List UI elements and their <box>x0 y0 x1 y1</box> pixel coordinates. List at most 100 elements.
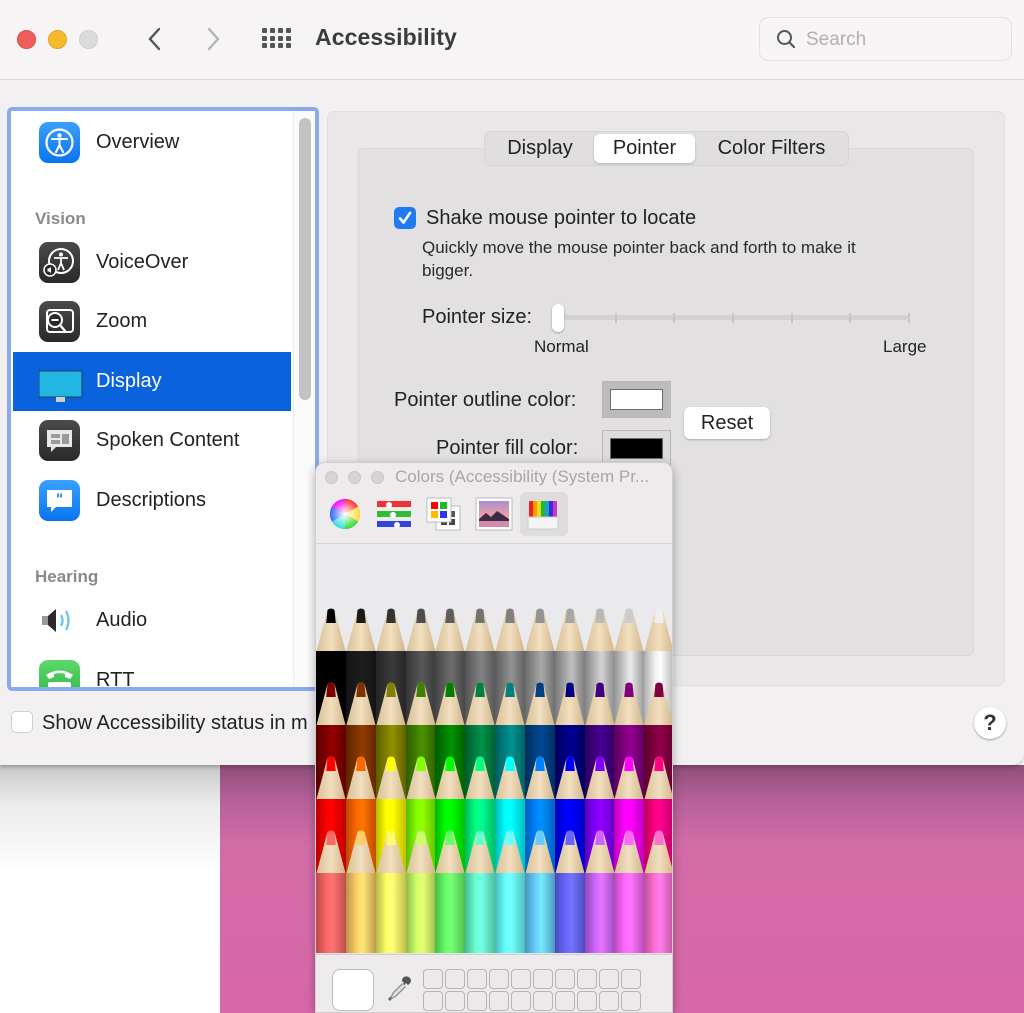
pointer-size-slider[interactable] <box>552 304 910 332</box>
slider-tick <box>673 313 676 323</box>
colors-bottom-bar <box>316 954 672 1012</box>
pencil-color-swatch[interactable] <box>554 829 585 953</box>
favorite-color-slot[interactable] <box>423 991 443 1011</box>
pencil-color-swatch[interactable] <box>495 829 525 953</box>
sidebar-section-vision: Vision <box>35 209 86 228</box>
tab-bar: Display Pointer Color Filters <box>484 131 849 166</box>
image-palettes-icon <box>475 497 513 531</box>
shake-pointer-label: Shake mouse pointer to locate <box>426 207 697 229</box>
pencil-color-swatch[interactable] <box>524 829 555 953</box>
chevron-right-icon <box>207 27 220 51</box>
pencil-color-swatch[interactable] <box>345 829 376 953</box>
window-title: Accessibility <box>315 24 457 50</box>
sidebar-item-spoken-content[interactable]: Spoken Content <box>13 411 291 470</box>
pointer-fill-color-label: Pointer fill color: <box>436 437 579 459</box>
current-color-swatch[interactable] <box>332 969 374 1011</box>
pencil-color-swatch[interactable] <box>644 829 672 953</box>
favorite-color-slot[interactable] <box>511 969 531 989</box>
colors-panel: Colors (Accessibility (System Pr... <box>315 462 673 1013</box>
sidebar-scrollbar[interactable] <box>293 111 315 687</box>
zoom-button[interactable] <box>79 30 98 49</box>
pencil-color-swatch[interactable] <box>375 829 406 953</box>
sidebar-scroll-thumb[interactable] <box>299 118 311 400</box>
show-status-in-menu-bar[interactable]: Show Accessibility status in m <box>11 711 331 735</box>
pointer-outline-color-label: Pointer outline color: <box>394 389 577 411</box>
reset-button[interactable]: Reset <box>684 407 770 439</box>
tab-pointer[interactable]: Pointer <box>594 134 695 163</box>
colors-close-button[interactable] <box>325 471 338 484</box>
favorite-color-slot[interactable] <box>489 991 509 1011</box>
favorite-color-slot[interactable] <box>577 991 597 1011</box>
favorite-color-slot[interactable] <box>599 969 619 989</box>
display-icon <box>38 361 83 402</box>
favorite-color-slot[interactable] <box>489 969 509 989</box>
favorite-color-slot[interactable] <box>467 991 487 1011</box>
fill-color-swatch <box>610 438 663 459</box>
image-palettes-mode-button[interactable] <box>470 492 518 536</box>
sidebar-item-label: Overview <box>96 131 180 153</box>
tab-color-filters[interactable]: Color Filters <box>699 134 844 163</box>
color-wheel-icon <box>329 499 361 529</box>
show-status-label: Show Accessibility status in m <box>42 712 308 734</box>
pencil-color-swatch[interactable] <box>614 829 645 953</box>
favorite-color-slot[interactable] <box>621 969 641 989</box>
favorite-color-slot[interactable] <box>533 969 553 989</box>
pencil-color-swatch[interactable] <box>405 829 436 953</box>
shake-pointer-checkbox[interactable] <box>394 207 416 229</box>
sidebar-item-zoom[interactable]: Zoom <box>13 292 291 351</box>
minimize-button[interactable] <box>48 30 67 49</box>
shake-pointer-description: Quickly move the mouse pointer back and … <box>422 238 856 280</box>
color-sliders-mode-button[interactable] <box>371 492 419 536</box>
search-icon <box>777 30 796 49</box>
favorite-color-slot[interactable] <box>621 991 641 1011</box>
tab-display[interactable]: Display <box>489 134 591 163</box>
svg-text:": " <box>56 492 63 508</box>
sidebar-item-overview[interactable]: Overview <box>13 113 291 172</box>
search-input[interactable] <box>806 27 1001 53</box>
colors-zoom-button[interactable] <box>371 471 384 484</box>
favorite-color-slot[interactable] <box>423 969 443 989</box>
favorite-color-slot[interactable] <box>555 991 575 1011</box>
sidebar-item-label: Zoom <box>96 310 148 332</box>
slider-thumb[interactable] <box>552 304 564 332</box>
sidebar-item-label: RTT <box>96 669 135 687</box>
pencils-mode-button[interactable] <box>520 492 568 536</box>
favorite-color-slot[interactable] <box>445 969 465 989</box>
close-button[interactable] <box>17 30 36 49</box>
sidebar-item-rtt[interactable]: RTT <box>13 651 291 687</box>
pencil-color-swatch[interactable] <box>316 829 346 953</box>
show-status-checkbox[interactable] <box>11 711 33 733</box>
sidebar-item-descriptions[interactable]: " Descriptions <box>13 471 291 530</box>
favorite-color-slot[interactable] <box>555 969 575 989</box>
slider-tick <box>732 313 734 323</box>
forward-button[interactable] <box>198 22 228 56</box>
eyedropper-icon[interactable] <box>384 973 414 1005</box>
favorite-color-slot[interactable] <box>599 991 619 1011</box>
search-field[interactable] <box>759 17 1012 61</box>
back-button[interactable] <box>140 22 170 56</box>
favorite-color-slot[interactable] <box>533 991 553 1011</box>
colors-minimize-button[interactable] <box>348 471 361 484</box>
sidebar-list: Overview Vision VoiceOver Zoom Display S… <box>11 111 293 687</box>
sidebar-item-display[interactable]: Display <box>13 352 291 411</box>
color-wheel-mode-button[interactable] <box>321 492 369 536</box>
show-all-grid-icon[interactable] <box>262 28 292 48</box>
pencil-color-swatch[interactable] <box>584 829 615 953</box>
pencil-color-swatch[interactable] <box>435 829 466 953</box>
accessibility-icon <box>39 122 80 163</box>
pencil-palette <box>316 537 672 953</box>
slider-tick <box>849 313 852 323</box>
sidebar-item-audio[interactable]: Audio <box>13 591 291 650</box>
favorite-color-slot[interactable] <box>467 969 487 989</box>
color-palettes-mode-button[interactable] <box>420 492 468 536</box>
color-palettes-icon <box>426 497 461 531</box>
speaker-icon <box>39 600 80 641</box>
pencil-color-swatch[interactable] <box>465 829 496 953</box>
help-button[interactable]: ? <box>974 707 1006 739</box>
pointer-size-min-label: Normal <box>534 337 589 356</box>
favorite-color-slot[interactable] <box>511 991 531 1011</box>
pointer-outline-color-well[interactable] <box>602 381 671 418</box>
favorite-color-slot[interactable] <box>577 969 597 989</box>
sidebar-item-voiceover[interactable]: VoiceOver <box>13 233 291 292</box>
favorite-color-slot[interactable] <box>445 991 465 1011</box>
